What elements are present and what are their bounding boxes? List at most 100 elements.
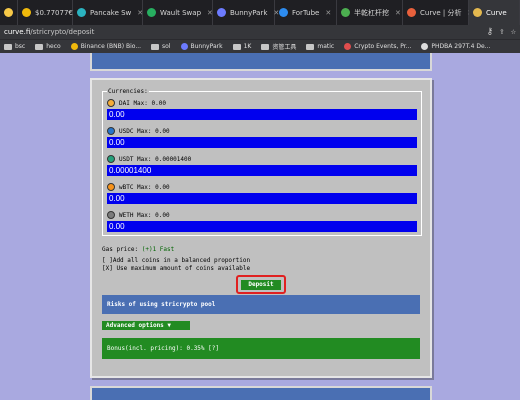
event-icon [344, 43, 352, 50]
currency-row-usdc: USDC Max: 0.00 0.00 [107, 123, 417, 151]
key-icon[interactable]: ⚷ [487, 27, 494, 37]
gas-price-row: Gas price: (+)1 Fast [102, 246, 174, 253]
bookmark-item[interactable]: 资管工具 [261, 42, 296, 51]
tab-label: $0.77077€ [35, 8, 73, 17]
folder-icon [306, 43, 315, 50]
bonus-info: Bonus(incl. pricing): 0.35% [?] [102, 338, 420, 359]
currency-max-label: wBTC Max: 0.00 [119, 183, 170, 191]
tab-label: Pancake Sw [90, 8, 132, 17]
browser-tab[interactable]: 半乾杠杆挖 ✕ [337, 0, 403, 25]
bookmark-item[interactable]: BunnyPark [180, 43, 223, 50]
currency-max-label: WETH Max: 0.00 [119, 211, 170, 219]
tab-label: BunnyPark [230, 8, 268, 17]
bookmark-item[interactable]: Crypto Events, Pr... [344, 43, 411, 50]
bookmarks-bar: bsc heco Binance (BNB) Bio... sol BunnyP… [0, 39, 520, 53]
advanced-options-button[interactable]: Advanced options ▼ [102, 321, 190, 330]
tab-favicon-icon [77, 8, 86, 17]
folder-icon [151, 43, 160, 50]
usdt-icon [107, 155, 115, 163]
currency-label[interactable]: USDT Max: 0.00001400 [107, 155, 191, 163]
currency-label[interactable]: USDC Max: 0.00 [107, 127, 170, 135]
dai-icon [107, 99, 115, 107]
bookmark-item[interactable]: matic [306, 43, 334, 50]
risks-section[interactable]: Risks of using stricrypto pool [102, 295, 420, 314]
currency-row-usdt: USDT Max: 0.00001400 0.00001400 [107, 151, 417, 179]
browser-tab[interactable]: $0.77077€✕ [18, 0, 85, 25]
url-field[interactable]: curve.fi/stricrypto/deposit [4, 28, 487, 36]
tab-favicon-icon [473, 8, 482, 17]
deposit-button[interactable]: Deposit [241, 279, 281, 290]
use-max-checkbox[interactable]: [X] Use maximum amount of coins availabl… [102, 265, 250, 272]
url-host: curve.fi [4, 28, 31, 36]
usdc-icon [107, 127, 115, 135]
folder-icon [232, 43, 241, 50]
browser-tab[interactable]: Wault Swap ✕ [143, 0, 213, 25]
browser-tab[interactable]: ForTube ✕ [275, 0, 337, 25]
close-icon[interactable]: ✕ [395, 9, 401, 17]
url-path: /stricrypto/deposit [30, 28, 95, 36]
bookmark-label: PHDBA 297T.4 De... [431, 43, 491, 50]
browser-tab[interactable]: Curve | 分析✕ [403, 0, 473, 25]
browser-tab-bar: $0.77077€✕ Pancake Sw✕ Wault Swap✕ Bunny… [0, 0, 520, 25]
wbtc-amount-input[interactable]: 0.00 [107, 193, 417, 204]
currency-label[interactable]: wBTC Max: 0.00 [107, 183, 170, 191]
tab-favicon-icon [407, 8, 416, 17]
weth-icon [107, 211, 115, 219]
browser-tab[interactable]: Pancake Sw ✕ [73, 0, 143, 25]
currency-label[interactable]: DAI Max: 0.00 [107, 99, 166, 107]
tab-favicon-icon [4, 8, 13, 17]
close-icon[interactable]: ✕ [325, 9, 331, 17]
bookmark-item[interactable]: heco [35, 43, 61, 50]
bookmark-label: heco [46, 43, 61, 50]
globe-icon [421, 43, 429, 50]
currency-row-weth: WETH Max: 0.00 0.00 [107, 207, 417, 235]
usdc-amount-input[interactable]: 0.00 [107, 137, 417, 148]
bookmark-label: Crypto Events, Pr... [354, 43, 412, 50]
bookmark-label: matic [317, 43, 335, 50]
browser-tab-active[interactable]: Curve [469, 0, 520, 25]
tab-label: ForTube [292, 8, 320, 17]
close-icon[interactable]: ✕ [207, 9, 213, 17]
tab-label: 半乾杠杆挖 [354, 8, 389, 17]
gas-price-label: Gas price: [102, 246, 139, 253]
currency-max-label: DAI Max: 0.00 [119, 99, 166, 107]
tab-label: Curve [486, 8, 507, 17]
currency-max-label: USDC Max: 0.00 [119, 127, 170, 135]
bookmark-item[interactable]: Binance (BNB) Bio... [70, 43, 141, 50]
currency-label[interactable]: WETH Max: 0.00 [107, 211, 170, 219]
tab-label: Curve | 分析 [420, 8, 462, 17]
tab-favicon-icon [279, 8, 288, 17]
star-icon[interactable]: ☆ [511, 27, 516, 37]
share-icon[interactable]: ⇪ [499, 27, 504, 37]
folder-icon [70, 43, 78, 50]
bookmark-label: 资管工具 [272, 44, 297, 51]
browser-tab[interactable] [0, 0, 18, 25]
bunny-icon [180, 43, 188, 50]
balanced-proportion-checkbox[interactable]: [ ]Add all coins in a balanced proportio… [102, 257, 250, 264]
bookmark-item[interactable]: bsc [4, 43, 25, 50]
bookmark-item[interactable]: 1K [232, 43, 252, 50]
folder-icon [4, 43, 12, 50]
weth-amount-input[interactable]: 0.00 [107, 221, 417, 232]
dai-amount-input[interactable]: 0.00 [107, 109, 417, 120]
deposit-panel: Currencies: DAI Max: 0.00 0.00 USDC Max:… [90, 78, 432, 378]
bookmark-label: bsc [15, 43, 26, 50]
currency-row-dai: DAI Max: 0.00 0.00 [107, 95, 417, 123]
currency-max-label: USDT Max: 0.00001400 [119, 155, 192, 163]
currencies-legend: Currencies: [108, 88, 148, 95]
tab-favicon-icon [217, 8, 226, 17]
currency-row-wbtc: wBTC Max: 0.00 0.00 [107, 179, 417, 207]
bookmark-label: 1K [243, 43, 252, 50]
bookmark-item[interactable]: PHDBA 297T.4 De... [421, 43, 490, 50]
currencies-fieldset: Currencies: DAI Max: 0.00 0.00 USDC Max:… [102, 88, 422, 236]
usdt-amount-input[interactable]: 0.00001400 [107, 165, 417, 176]
tab-favicon-icon [341, 8, 350, 17]
deposit-highlight: Deposit [236, 275, 286, 294]
bookmark-label: BunnyPark [190, 43, 223, 50]
folder-icon [35, 43, 44, 50]
browser-tab[interactable]: BunnyPark ✕ [213, 0, 279, 25]
tab-favicon-icon [147, 8, 156, 17]
address-bar: curve.fi/stricrypto/deposit ⚷ ⇪ ☆ [0, 25, 520, 39]
gas-price-option[interactable]: (+)1 Fast [142, 246, 175, 253]
bookmark-item[interactable]: sol [151, 43, 171, 50]
